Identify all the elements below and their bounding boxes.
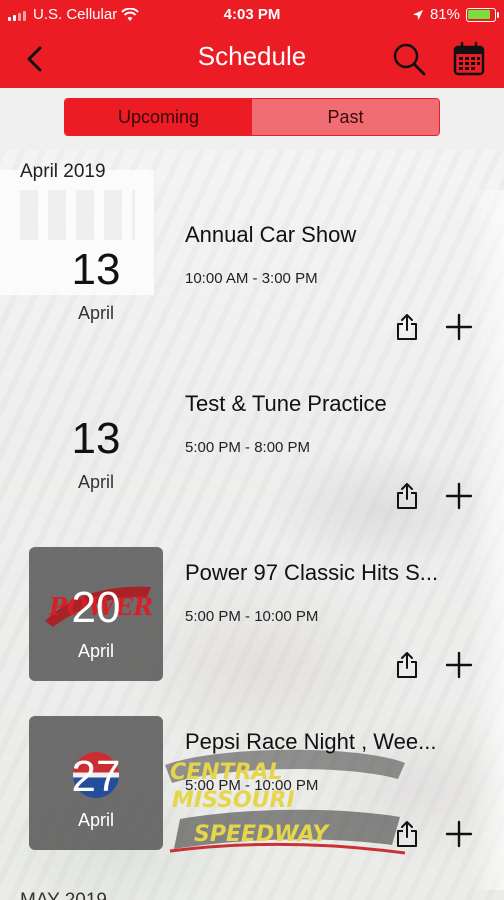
speedway-logo-watermark: CENTRAL MISSOURI SPEEDWAY xyxy=(165,749,406,855)
event-day: 20 xyxy=(71,583,121,632)
event-title: Power 97 Classic Hits S... xyxy=(185,560,439,585)
nav-bar: Schedule xyxy=(0,30,504,88)
event-row[interactable]: POWER 97 20 April Power 97 Classic Hits … xyxy=(0,536,504,704)
event-row[interactable]: 13 April Test & Tune Practice 5:00 PM - … xyxy=(0,367,504,535)
add-icon[interactable] xyxy=(444,481,474,511)
event-time: 5:00 PM - 10:00 PM xyxy=(185,608,319,625)
schedule-list: April 2019 13 April Annual Car Show 10:0… xyxy=(0,150,504,900)
event-month: April xyxy=(77,641,114,661)
event-date: 27 April xyxy=(29,716,163,850)
event-day: 13 xyxy=(71,245,121,294)
share-icon[interactable] xyxy=(394,312,420,342)
status-bar: U.S. Cellular 4:03 PM 81% xyxy=(0,0,504,30)
event-day: 13 xyxy=(71,414,121,463)
event-date: 13 April xyxy=(29,209,163,343)
battery-percent: 81% xyxy=(429,6,460,23)
event-time: 10:00 AM - 3:00 PM xyxy=(185,270,318,287)
event-time: 5:00 PM - 10:00 PM xyxy=(185,777,319,794)
event-date: 13 April xyxy=(29,378,163,512)
add-icon[interactable] xyxy=(444,819,474,849)
event-title: Test & Tune Practice xyxy=(185,391,387,416)
event-row[interactable]: CENTRAL MISSOURI SPEEDWAY 27 April Pepsi… xyxy=(0,705,504,873)
share-icon[interactable] xyxy=(394,481,420,511)
event-month: April xyxy=(77,472,114,492)
month-header: MAY 2019 xyxy=(20,890,107,900)
add-icon[interactable] xyxy=(444,312,474,342)
event-day: 27 xyxy=(71,752,121,801)
tab-past[interactable]: Past xyxy=(252,99,439,135)
month-header: April 2019 xyxy=(20,161,106,182)
segment-bar: Upcoming Past xyxy=(0,88,504,150)
app-header: U.S. Cellular 4:03 PM 81% Schedule xyxy=(0,0,504,88)
search-icon[interactable] xyxy=(390,40,428,78)
share-icon[interactable] xyxy=(394,650,420,680)
share-icon[interactable] xyxy=(394,819,420,849)
add-icon[interactable] xyxy=(444,650,474,680)
event-title: Annual Car Show xyxy=(185,222,357,247)
battery-icon xyxy=(466,7,499,22)
status-right: 81% xyxy=(412,6,499,23)
segmented-control: Upcoming Past xyxy=(64,98,440,136)
calendar-icon[interactable] xyxy=(450,40,488,78)
event-month: April xyxy=(77,303,114,323)
event-month: April xyxy=(77,810,114,830)
event-time: 5:00 PM - 8:00 PM xyxy=(185,439,311,456)
page-title: Schedule xyxy=(197,41,307,71)
location-arrow-icon xyxy=(412,9,423,20)
event-date: POWER 97 20 April xyxy=(29,547,163,681)
tab-upcoming[interactable]: Upcoming xyxy=(65,99,252,135)
event-title: Pepsi Race Night , Wee... xyxy=(185,729,437,754)
event-row[interactable]: 13 April Annual Car Show 10:00 AM - 3:00… xyxy=(0,198,504,366)
